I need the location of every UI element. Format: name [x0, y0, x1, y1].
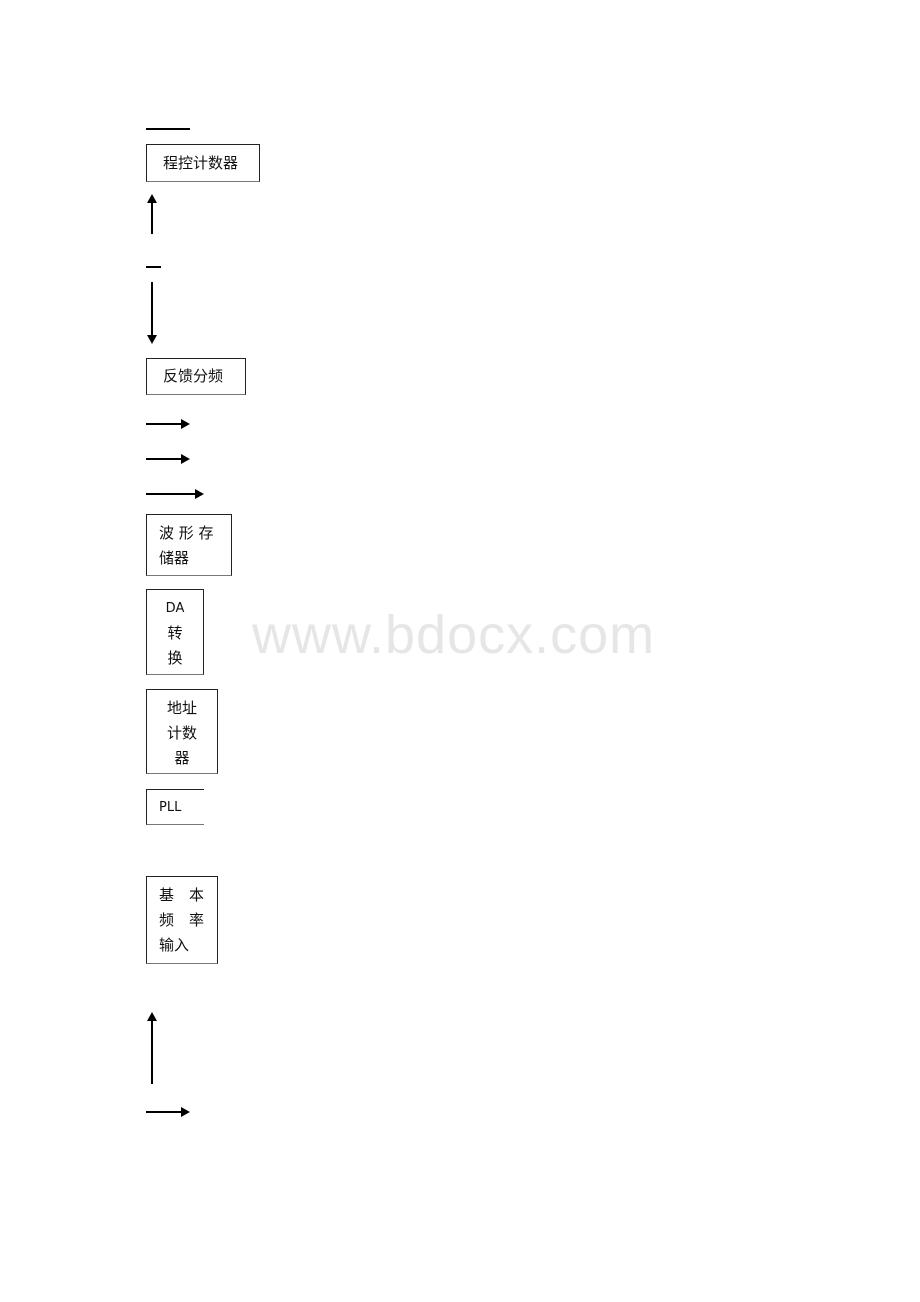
arrow-right-icon: [146, 489, 204, 499]
program-counter-label: 程控计数器: [163, 154, 239, 172]
pll-label: PLL: [159, 800, 182, 815]
connector-line-top: [146, 128, 190, 130]
waveform-memory-label-line1: 波 形 存: [159, 524, 214, 542]
base-frequency-label-line1: 基 本: [159, 886, 205, 904]
arrow-right-icon: [146, 454, 190, 464]
feedback-divider-label: 反馈分频: [163, 367, 224, 385]
waveform-memory-block: 波 形 存 储器: [146, 514, 232, 576]
da-converter-label-line2: 转: [167, 624, 183, 642]
da-converter-label-line1: DA: [165, 601, 185, 616]
da-converter-block: DA 转 换: [146, 589, 204, 675]
base-frequency-label-line2: 频 率: [159, 911, 205, 929]
connector-dash: [146, 266, 161, 268]
arrow-right-icon: [146, 1107, 190, 1117]
base-frequency-label-line3: 输入: [159, 936, 190, 954]
program-counter-block: 程控计数器: [146, 144, 260, 182]
address-counter-label-line3: 器: [174, 749, 190, 767]
pll-block: PLL: [146, 789, 204, 825]
address-counter-block: 地址 计数 器: [146, 689, 218, 774]
address-counter-label-line2: 计数: [166, 724, 197, 742]
da-converter-label-line3: 换: [167, 649, 183, 667]
address-counter-label-line1: 地址: [166, 699, 197, 717]
watermark: www.bdocx.com: [252, 605, 656, 665]
arrow-up-icon: [147, 194, 157, 234]
base-frequency-input-block: 基 本 频 率 输入: [146, 876, 218, 964]
feedback-divider-block: 反馈分频: [146, 358, 246, 395]
arrow-right-icon: [146, 419, 190, 429]
arrow-up-icon: [147, 1012, 157, 1084]
arrow-down-icon: [147, 282, 157, 344]
waveform-memory-label-line2: 储器: [159, 549, 190, 567]
